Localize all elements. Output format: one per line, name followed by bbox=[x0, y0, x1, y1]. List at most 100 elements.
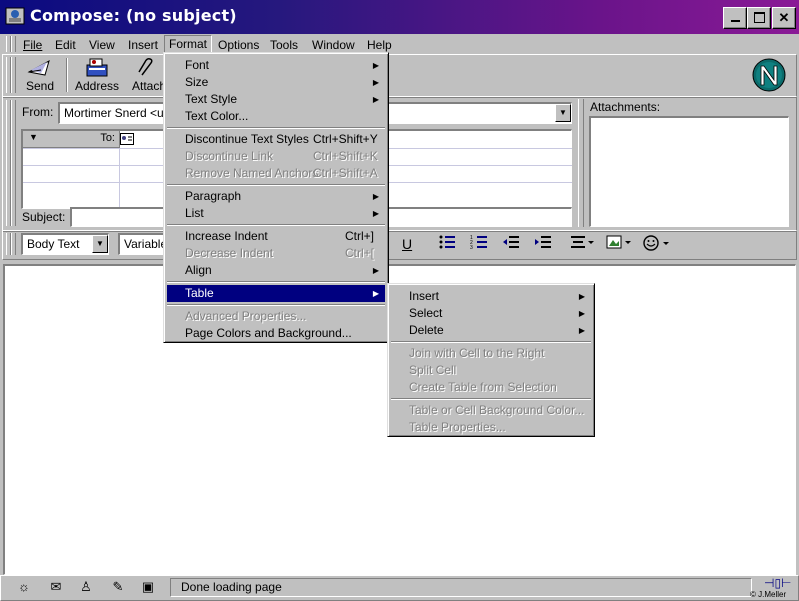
menu-file[interactable]: File bbox=[19, 37, 46, 53]
format-menu-discontinue-text-styles[interactable]: Discontinue Text Styles Ctrl+Shift+Y bbox=[167, 131, 385, 148]
submenu-arrow-icon: ▶ bbox=[578, 292, 585, 301]
attach-button[interactable]: Attach bbox=[128, 57, 164, 93]
attachments-list[interactable] bbox=[589, 116, 789, 227]
format-menu-text-color[interactable]: Text Color... bbox=[167, 108, 385, 125]
window-title: Compose: (no subject) bbox=[30, 6, 237, 25]
menu-separator bbox=[167, 127, 385, 129]
format-menu-align[interactable]: Align ▶ bbox=[167, 262, 385, 279]
submenu-arrow-icon: ▶ bbox=[372, 78, 379, 87]
format-menu: Font ▶ Size ▶ Text Style ▶ Text Color... Di… bbox=[163, 52, 389, 343]
submenu-arrow-icon: ▶ bbox=[578, 309, 585, 318]
status-text-panel: Done loading page bbox=[170, 578, 752, 597]
send-icon bbox=[27, 59, 50, 76]
address-card-icon bbox=[120, 133, 134, 145]
paragraph-style-select[interactable]: Body Text ▼ bbox=[21, 233, 109, 255]
paperclip-icon bbox=[138, 58, 153, 76]
smiley-dropdown-icon[interactable] bbox=[642, 234, 672, 254]
close-button[interactable]: ✕ bbox=[772, 7, 796, 29]
menu-separator bbox=[391, 341, 591, 343]
format-toolbar-grip-2 bbox=[11, 233, 16, 255]
submenu-arrow-icon: ▶ bbox=[372, 192, 379, 201]
mailbox-icon[interactable]: ✉ bbox=[46, 578, 66, 596]
format-menu-table[interactable]: Table ▶ bbox=[167, 285, 385, 302]
format-menu-advanced-properties[interactable]: Advanced Properties... bbox=[167, 308, 385, 325]
address-book-icon bbox=[86, 58, 108, 77]
submenu-arrow-icon: ▶ bbox=[372, 209, 379, 218]
table-submenu-delete[interactable]: Delete ▶ bbox=[391, 322, 591, 339]
format-menu-page-colors[interactable]: Page Colors and Background... bbox=[167, 325, 385, 342]
people-icon[interactable]: ♙ bbox=[76, 578, 96, 596]
attachments-label: Attachments: bbox=[590, 100, 661, 114]
menu-bar bbox=[0, 34, 799, 54]
submenu-arrow-icon: ▶ bbox=[372, 61, 379, 70]
netscape-logo-icon bbox=[752, 58, 786, 92]
table-submenu: Insert ▶ Select ▶ Delete ▶ Join with Cell t… bbox=[387, 283, 595, 437]
to-label: To: bbox=[100, 132, 115, 144]
format-menu-decrease-indent[interactable]: Decrease Indent Ctrl+[ bbox=[167, 245, 385, 262]
submenu-arrow-icon: ▶ bbox=[372, 95, 379, 104]
alignment-dropdown-icon[interactable] bbox=[570, 234, 596, 254]
table-submenu-table-properties[interactable]: Table Properties... bbox=[391, 419, 591, 436]
numbered-list-icon[interactable]: 123 bbox=[470, 234, 488, 254]
increase-indent-icon[interactable] bbox=[534, 234, 552, 254]
subject-label: Subject: bbox=[22, 210, 66, 224]
table-submenu-split-cell[interactable]: Split Cell bbox=[391, 362, 591, 379]
paragraph-style-value: Body Text bbox=[27, 237, 80, 251]
format-menu-paragraph[interactable]: Paragraph ▶ bbox=[167, 188, 385, 205]
menu-separator bbox=[391, 398, 591, 400]
menu-tools[interactable]: Tools bbox=[266, 37, 302, 53]
maximize-button[interactable] bbox=[747, 7, 771, 29]
send-button[interactable]: Send bbox=[20, 57, 60, 93]
toolbar-grip-2 bbox=[11, 57, 16, 93]
format-menu-text-style[interactable]: Text Style ▶ bbox=[167, 91, 385, 108]
maximize-icon bbox=[753, 12, 765, 23]
menu-edit[interactable]: Edit bbox=[51, 37, 80, 53]
menu-window[interactable]: Window bbox=[308, 37, 359, 53]
table-submenu-insert[interactable]: Insert ▶ bbox=[391, 288, 591, 305]
navigator-icon[interactable]: ☼ bbox=[14, 578, 34, 596]
bullet-list-icon[interactable] bbox=[438, 234, 456, 254]
address-button[interactable]: Address bbox=[74, 57, 120, 93]
title-bar[interactable]: Compose: (no subject) ✕ bbox=[0, 0, 799, 34]
close-icon: ✕ bbox=[778, 10, 790, 25]
attachments-splitter[interactable] bbox=[578, 99, 584, 227]
status-text: Done loading page bbox=[181, 580, 282, 594]
menu-insert[interactable]: Insert bbox=[124, 37, 162, 53]
chevron-down-icon[interactable]: ▼ bbox=[92, 235, 108, 253]
table-submenu-select[interactable]: Select ▶ bbox=[391, 305, 591, 322]
format-menu-increase-indent[interactable]: Increase Indent Ctrl+] bbox=[167, 228, 385, 245]
online-plug-icon[interactable]: ⊣▯⊢ bbox=[764, 576, 792, 590]
menu-view[interactable]: View bbox=[85, 37, 119, 53]
minimize-button[interactable] bbox=[723, 7, 747, 29]
format-menu-font[interactable]: Font ▶ bbox=[167, 57, 385, 74]
menu-options[interactable]: Options bbox=[214, 37, 263, 53]
image-credit: © J.Meller bbox=[750, 590, 787, 599]
recipient-type-select[interactable]: ▼ To: bbox=[23, 131, 120, 148]
format-menu-size[interactable]: Size ▶ bbox=[167, 74, 385, 91]
insert-object-dropdown-icon[interactable] bbox=[606, 234, 634, 254]
menu-separator bbox=[167, 281, 385, 283]
composer-icon[interactable]: ✎ bbox=[108, 578, 128, 596]
menu-help[interactable]: Help bbox=[363, 37, 396, 53]
table-submenu-join-cell[interactable]: Join with Cell to the Right bbox=[391, 345, 591, 362]
svg-text:3: 3 bbox=[470, 245, 473, 250]
submenu-arrow-icon: ▶ bbox=[372, 289, 379, 298]
decrease-indent-icon[interactable] bbox=[502, 234, 520, 254]
menubar-grip-2 bbox=[11, 36, 16, 52]
format-menu-remove-named-anchors[interactable]: Remove Named Anchors Ctrl+Shift+A bbox=[167, 165, 385, 182]
recipient-type-dropdown-icon: ▼ bbox=[29, 132, 38, 142]
netscape-logo[interactable] bbox=[752, 58, 786, 92]
underline-icon[interactable]: U bbox=[402, 234, 412, 254]
format-menu-list[interactable]: List ▶ bbox=[167, 205, 385, 222]
table-submenu-background-color[interactable]: Table or Cell Background Color... bbox=[391, 402, 591, 419]
font-value: Variable bbox=[124, 237, 168, 251]
format-menu-discontinue-link[interactable]: Discontinue Link Ctrl+Shift+K bbox=[167, 148, 385, 165]
toolbar-separator bbox=[66, 58, 68, 92]
menu-separator bbox=[167, 184, 385, 186]
address-book-status-icon[interactable]: ▣ bbox=[138, 578, 158, 596]
submenu-arrow-icon: ▶ bbox=[578, 326, 585, 335]
chevron-down-icon[interactable]: ▼ bbox=[555, 104, 571, 122]
menu-separator bbox=[167, 224, 385, 226]
table-submenu-create-table[interactable]: Create Table from Selection bbox=[391, 379, 591, 396]
from-label: From: bbox=[22, 105, 54, 119]
